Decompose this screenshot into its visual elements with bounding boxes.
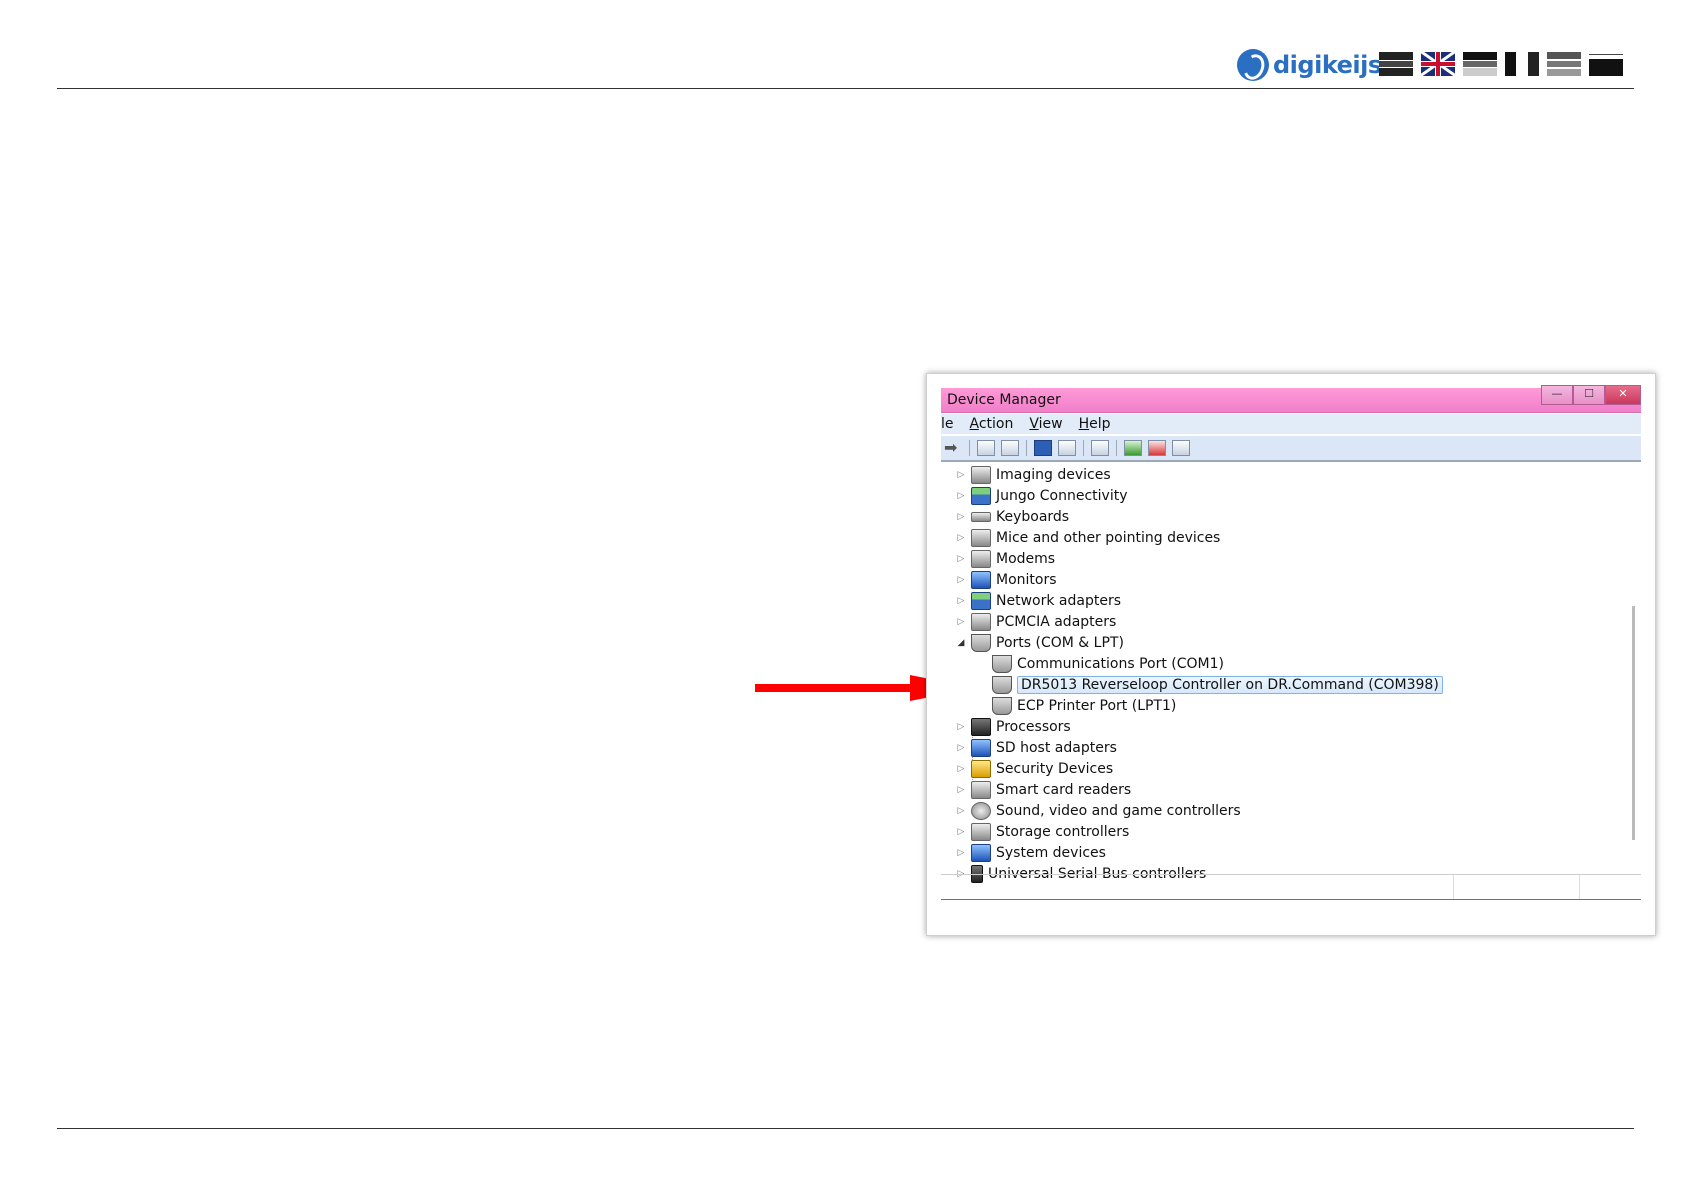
expand-icon[interactable]: ▷ <box>955 785 967 795</box>
update-driver-icon[interactable] <box>1124 440 1142 456</box>
network-icon <box>971 592 991 610</box>
disable-icon[interactable] <box>1172 440 1190 456</box>
flag-icon-3[interactable] <box>1463 52 1497 76</box>
tree-item-jungo-connectivity[interactable]: ▷ Jungo Connectivity <box>955 486 1128 506</box>
expand-icon[interactable]: ▷ <box>955 575 967 585</box>
vertical-scrollbar[interactable] <box>1632 606 1635 840</box>
status-separator <box>1453 875 1454 899</box>
processor-icon <box>971 718 991 736</box>
expand-icon[interactable]: ▷ <box>955 743 967 753</box>
help-icon[interactable] <box>1034 440 1052 456</box>
toolbar-separator <box>1083 440 1084 456</box>
mouse-icon <box>971 529 991 547</box>
toolbar: ➡ <box>941 436 1641 462</box>
expand-icon[interactable]: ▷ <box>955 806 967 816</box>
tree-item-dr5013[interactable]: DR5013 Reverseloop Controller on DR.Comm… <box>992 675 1443 695</box>
menu-action[interactable]: Action <box>970 416 1014 432</box>
digikeijs-logo: digikeijs® <box>1237 48 1391 82</box>
menu-help[interactable]: Help <box>1079 416 1111 432</box>
tree-item-com1[interactable]: Communications Port (COM1) <box>992 654 1224 674</box>
sd-card-icon <box>971 739 991 757</box>
tree-item-storage-controllers[interactable]: ▷ Storage controllers <box>955 822 1129 842</box>
toolbar-separator <box>969 440 970 456</box>
tree-item-lpt1[interactable]: ECP Printer Port (LPT1) <box>992 696 1176 716</box>
selected-device-label[interactable]: DR5013 Reverseloop Controller on DR.Comm… <box>1017 676 1443 694</box>
digikeijs-logo-icon <box>1237 49 1269 81</box>
keyboard-icon <box>971 512 991 522</box>
system-icon <box>971 844 991 862</box>
port-icon <box>992 676 1012 694</box>
forward-arrow-icon[interactable]: ➡ <box>944 440 962 456</box>
device-manager-window: Device Manager — ☐ ✕ le Action View Help… <box>926 373 1656 936</box>
expand-icon[interactable]: ▷ <box>955 764 967 774</box>
modem-icon <box>971 550 991 568</box>
tree-item-sound-video[interactable]: ▷ Sound, video and game controllers <box>955 801 1241 821</box>
tree-item-imaging-devices[interactable]: ▷ Imaging devices <box>955 465 1111 485</box>
tree-item-modems[interactable]: ▷ Modems <box>955 549 1055 569</box>
logo-text: digikeijs <box>1273 51 1382 79</box>
smart-card-icon <box>971 781 991 799</box>
view-icon[interactable] <box>1058 440 1076 456</box>
close-button[interactable]: ✕ <box>1605 385 1641 405</box>
flag-icon-1[interactable] <box>1379 52 1413 76</box>
tree-item-mice[interactable]: ▷ Mice and other pointing devices <box>955 528 1220 548</box>
tree-item-pcmcia-adapters[interactable]: ▷ PCMCIA adapters <box>955 612 1116 632</box>
flag-icon-6[interactable] <box>1589 52 1623 76</box>
status-separator <box>1579 875 1580 899</box>
flag-icon-4[interactable] <box>1505 52 1539 76</box>
expand-icon[interactable]: ▷ <box>955 722 967 732</box>
tree-item-keyboards[interactable]: ▷ Keyboards <box>955 507 1070 527</box>
expand-icon[interactable]: ▷ <box>955 491 967 501</box>
port-icon <box>971 634 991 652</box>
menu-file[interactable]: le <box>941 416 954 432</box>
device-tree: ▷ Imaging devices ▷ Jungo Connectivity ▷ Ke… <box>941 462 1641 883</box>
expand-icon[interactable]: ▷ <box>955 470 967 480</box>
window-title: Device Manager <box>947 392 1061 408</box>
tree-item-processors[interactable]: ▷ Processors <box>955 717 1071 737</box>
flag-icon-uk[interactable] <box>1421 52 1455 76</box>
expand-icon[interactable]: ▷ <box>955 596 967 606</box>
toolbar-separator <box>1026 440 1027 456</box>
tree-item-ports[interactable]: ◢ Ports (COM & LPT) <box>955 633 1124 653</box>
expand-icon[interactable]: ▷ <box>955 533 967 543</box>
expand-icon[interactable]: ▷ <box>955 617 967 627</box>
pcmcia-icon <box>971 613 991 631</box>
key-icon <box>971 760 991 778</box>
speaker-icon <box>971 802 991 820</box>
footer-rule <box>57 1128 1634 1129</box>
tree-item-security-devices[interactable]: ▷ Security Devices <box>955 759 1113 779</box>
camera-icon <box>971 466 991 484</box>
expand-icon[interactable]: ▷ <box>955 554 967 564</box>
flag-icon-5[interactable] <box>1547 52 1581 76</box>
properties-icon[interactable] <box>977 440 995 456</box>
menu-view[interactable]: View <box>1029 416 1062 432</box>
expand-icon[interactable]: ▷ <box>955 848 967 858</box>
language-flags <box>1379 52 1623 76</box>
scan-hardware-icon[interactable] <box>1091 440 1109 456</box>
tree-item-sd-host-adapters[interactable]: ▷ SD host adapters <box>955 738 1117 758</box>
header-rule <box>57 88 1634 89</box>
expand-icon[interactable]: ▷ <box>955 512 967 522</box>
tree-item-monitors[interactable]: ▷ Monitors <box>955 570 1057 590</box>
menu-bar: le Action View Help <box>941 414 1641 434</box>
port-icon <box>992 697 1012 715</box>
tree-item-network-adapters[interactable]: ▷ Network adapters <box>955 591 1121 611</box>
toolbar-separator <box>1116 440 1117 456</box>
port-icon <box>992 655 1012 673</box>
monitor-icon <box>971 571 991 589</box>
tree-item-system-devices[interactable]: ▷ System devices <box>955 843 1106 863</box>
network-icon <box>971 487 991 505</box>
tree-item-smart-card-readers[interactable]: ▷ Smart card readers <box>955 780 1131 800</box>
title-bar[interactable]: Device Manager — ☐ ✕ <box>941 385 1641 413</box>
expand-icon[interactable]: ▷ <box>955 827 967 837</box>
storage-icon <box>971 823 991 841</box>
status-bar <box>941 874 1641 900</box>
maximize-button[interactable]: ☐ <box>1573 385 1605 405</box>
update-icon[interactable] <box>1001 440 1019 456</box>
window-controls: — ☐ ✕ <box>1541 385 1641 405</box>
uninstall-icon[interactable] <box>1148 440 1166 456</box>
minimize-button[interactable]: — <box>1541 385 1573 405</box>
collapse-icon[interactable]: ◢ <box>955 638 967 648</box>
